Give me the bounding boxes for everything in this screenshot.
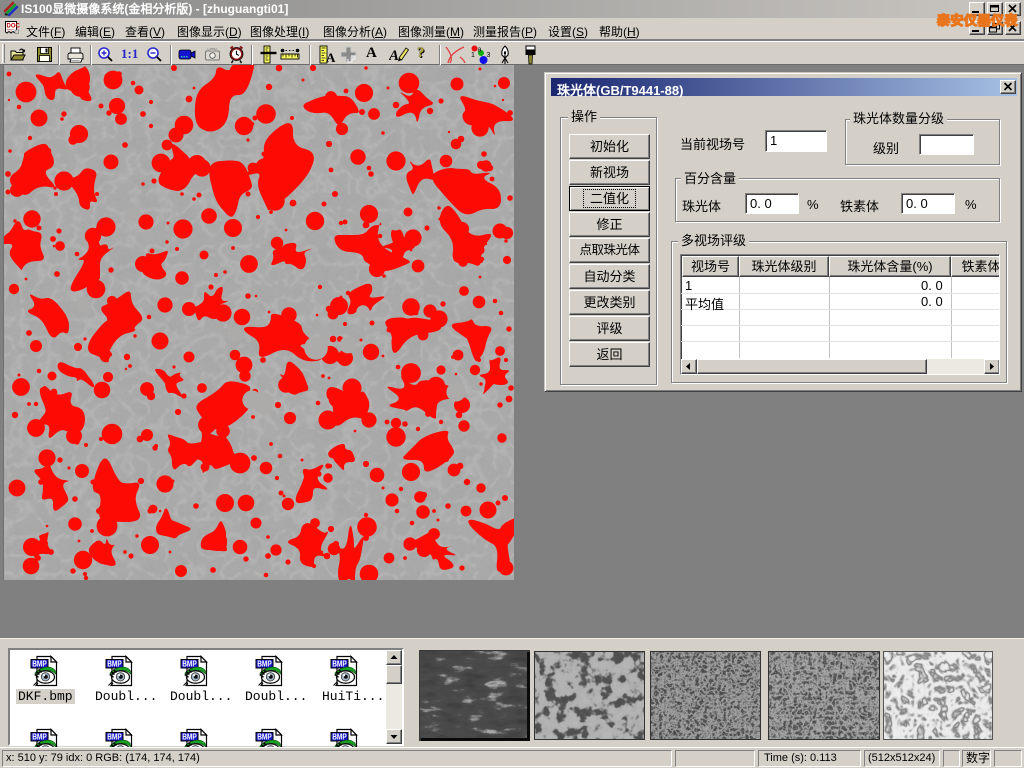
svg-text:3: 3: [487, 52, 491, 59]
svg-text:A: A: [326, 50, 336, 64]
svg-text:1: 1: [471, 52, 475, 59]
svg-text:A: A: [389, 48, 399, 64]
svg-text:DOC: DOC: [7, 24, 21, 30]
svg-text:a: a: [478, 47, 482, 54]
